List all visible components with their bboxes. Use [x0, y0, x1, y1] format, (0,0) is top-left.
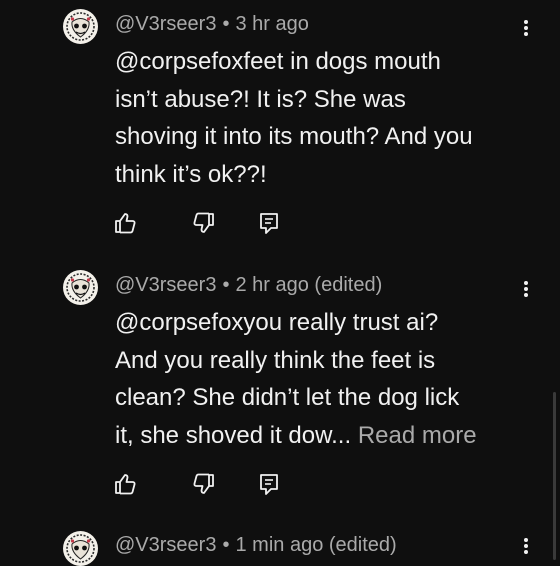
meta-separator: •: [222, 534, 230, 556]
read-more-link[interactable]: Read more: [358, 422, 477, 449]
comment-author[interactable]: @V3rseer3: [115, 13, 216, 35]
more-options-button[interactable]: [516, 275, 536, 303]
thumbs-up-icon: [115, 474, 136, 495]
meta-separator: •: [222, 274, 230, 296]
avatar[interactable]: [63, 531, 98, 566]
comment-meta: @V3rseer3 • 3 hr ago: [115, 12, 309, 36]
avatar[interactable]: [63, 9, 98, 44]
like-button[interactable]: [112, 209, 140, 237]
dislike-button[interactable]: [189, 209, 217, 237]
comment-author[interactable]: @V3rseer3: [115, 534, 216, 556]
dislike-button[interactable]: [189, 470, 217, 498]
like-button[interactable]: [112, 470, 140, 498]
thumbs-down-icon: [193, 473, 214, 494]
comment-meta: @V3rseer3 • 1 min ago (edited): [115, 533, 397, 557]
more-options-button[interactable]: [516, 532, 536, 560]
more-options-icon: [524, 538, 528, 554]
more-options-icon: [524, 20, 528, 36]
meta-separator: •: [222, 13, 230, 35]
comment-actions: [112, 209, 312, 237]
reply-button[interactable]: [255, 470, 283, 498]
avatar-image: [64, 532, 97, 565]
avatar-image: [64, 10, 97, 43]
avatar[interactable]: [63, 270, 98, 305]
comment-actions: [112, 470, 312, 498]
avatar-image: [64, 271, 97, 304]
comment-text: @corpsefoxfeet in dogs mouth isn’t abuse…: [115, 43, 535, 193]
comment-timestamp[interactable]: 3 hr ago: [235, 13, 308, 35]
thumbs-down-icon: [193, 212, 214, 233]
more-options-icon: [524, 281, 528, 297]
more-options-button[interactable]: [516, 14, 536, 42]
comment-text-content: @corpsefoxfeet in dogs mouth isn’t abuse…: [115, 48, 473, 188]
comment-author[interactable]: @V3rseer3: [115, 274, 216, 296]
comment-timestamp[interactable]: 1 min ago (edited): [235, 534, 396, 556]
comment-timestamp[interactable]: 2 hr ago (edited): [235, 274, 382, 296]
reply-icon: [260, 213, 278, 234]
comment-meta: @V3rseer3 • 2 hr ago (edited): [115, 273, 382, 297]
thumbs-up-icon: [115, 213, 136, 234]
reply-icon: [260, 474, 278, 495]
reply-button[interactable]: [255, 209, 283, 237]
scrollbar[interactable]: [553, 392, 556, 560]
comment-text: @corpsefoxyou really trust ai? And you r…: [115, 304, 535, 454]
